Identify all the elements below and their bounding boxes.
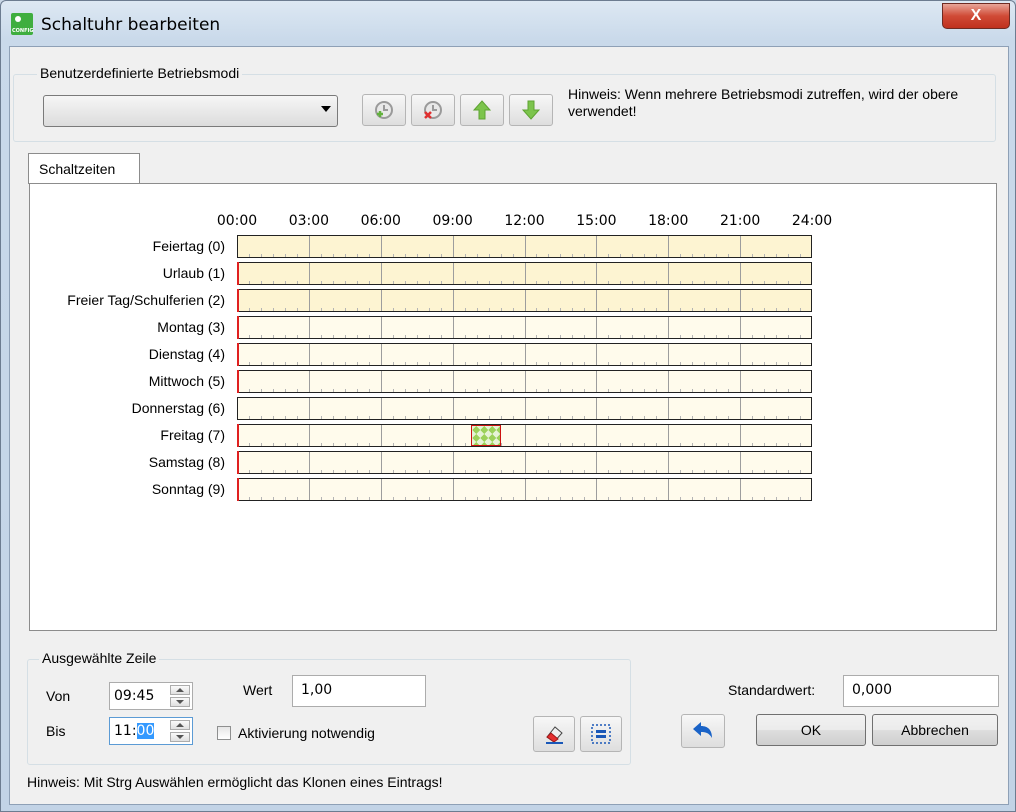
bis-value-minutes-selected: 00	[136, 723, 155, 739]
day-labels: Feiertag (0) Urlaub (1) Freier Tag/Schulfe…	[30, 184, 225, 630]
wert-input[interactable]: 1,00	[292, 675, 426, 707]
day-label: Freitag (7)	[160, 427, 225, 443]
footer-hint: Hinweis: Mit Strg Auswählen ermöglicht d…	[27, 774, 443, 790]
app-config-icon: CONFIG	[11, 13, 33, 35]
day-label: Feiertag (0)	[152, 238, 225, 254]
day-schedule-bar[interactable]	[237, 316, 812, 339]
spin-up-icon[interactable]	[170, 685, 190, 695]
time-label: 18:00	[648, 213, 689, 229]
day-label: Dienstag (4)	[148, 346, 225, 362]
day-schedule-bar[interactable]	[237, 397, 812, 420]
time-label: 12:00	[504, 213, 545, 229]
select-area-button[interactable]	[580, 716, 622, 752]
day-label: Urlaub (1)	[162, 265, 225, 281]
close-button[interactable]: X	[942, 3, 1010, 29]
day-label: Mittwoch (5)	[148, 373, 225, 389]
von-spin-buttons[interactable]	[170, 685, 190, 707]
day-label: Sonntag (9)	[151, 481, 225, 497]
modes-hint-text: Hinweis: Wenn mehrere Betriebsmodi zutre…	[568, 86, 959, 119]
bis-spin-buttons[interactable]	[170, 720, 190, 742]
day-schedule-bar[interactable]	[237, 451, 812, 474]
dialog-window: CONFIG Schaltuhr bearbeiten X Benutzerde…	[0, 0, 1016, 812]
bis-time-spinner[interactable]: 11:00	[109, 717, 193, 745]
day-schedule-bar[interactable]	[237, 478, 812, 501]
title-bar[interactable]: CONFIG Schaltuhr bearbeiten X	[1, 1, 1015, 47]
day-schedule-bar[interactable]	[237, 424, 812, 447]
standard-value-label: Standardwert:	[728, 682, 816, 698]
activation-checkbox[interactable]	[217, 726, 231, 740]
day-schedule-bar[interactable]	[237, 262, 812, 285]
day-schedule-bar[interactable]	[237, 370, 812, 393]
schedule-panel: 00:00 03:00 06:00 09:00 12:00 15:00 18:00 21:00…	[29, 183, 997, 631]
bis-label: Bis	[46, 723, 66, 739]
window-title: Schaltuhr bearbeiten	[41, 15, 221, 35]
move-down-button[interactable]	[509, 94, 553, 126]
selected-row-legend: Ausgewählte Zeile	[39, 650, 160, 666]
time-label: 06:00	[360, 213, 401, 229]
cancel-button[interactable]: Abbrechen	[872, 714, 998, 746]
day-label: Donnerstag (6)	[131, 400, 225, 416]
delete-mode-button[interactable]	[411, 94, 455, 126]
clock-delete-icon	[424, 101, 442, 119]
time-label: 21:00	[719, 213, 761, 229]
time-label: 24:00	[791, 213, 833, 229]
clock-add-icon	[375, 101, 393, 119]
select-area-icon	[591, 724, 611, 744]
arrow-down-icon	[521, 100, 541, 120]
von-label: Von	[46, 688, 71, 704]
add-mode-button[interactable]	[362, 94, 406, 126]
time-label: 03:00	[288, 213, 330, 229]
day-label: Samstag (8)	[148, 454, 225, 470]
day-schedule-bar[interactable]	[237, 289, 812, 312]
dialog-client: Benutzerdefinierte Betriebsmodi Hinweis:…	[9, 46, 1009, 805]
modes-combobox[interactable]	[43, 95, 338, 127]
von-time-spinner[interactable]: 09:45	[109, 682, 193, 710]
tab-schaltzeiten[interactable]: Schaltzeiten	[28, 153, 140, 184]
time-label: 15:00	[576, 213, 617, 229]
spin-down-icon[interactable]	[170, 697, 190, 707]
ok-button[interactable]: OK	[756, 714, 866, 746]
eraser-icon	[546, 726, 563, 744]
erase-button[interactable]	[533, 716, 575, 752]
spin-up-icon[interactable]	[170, 720, 190, 730]
chevron-down-icon	[321, 106, 331, 112]
wert-label: Wert	[243, 682, 273, 698]
day-label: Freier Tag/Schulferien (2)	[67, 292, 225, 308]
bis-value: 11:00	[114, 723, 155, 739]
arrow-up-icon	[472, 100, 492, 120]
day-schedule-bar[interactable]	[237, 343, 812, 366]
bis-value-hours: 11:	[114, 723, 137, 739]
spin-down-icon[interactable]	[170, 732, 190, 742]
day-schedule-bar[interactable]	[237, 235, 812, 258]
activation-label: Aktivierung notwendig	[238, 725, 375, 741]
schedule-segment[interactable]	[470, 425, 501, 446]
time-label: 09:00	[432, 213, 473, 229]
undo-button[interactable]	[681, 714, 725, 748]
undo-arrow-icon	[693, 722, 712, 738]
day-label: Montag (3)	[157, 319, 225, 335]
von-value: 09:45	[114, 688, 155, 704]
move-up-button[interactable]	[460, 94, 504, 126]
modes-group-legend: Benutzerdefinierte Betriebsmodi	[37, 65, 243, 81]
standard-value-input[interactable]: 0,000	[843, 675, 999, 707]
